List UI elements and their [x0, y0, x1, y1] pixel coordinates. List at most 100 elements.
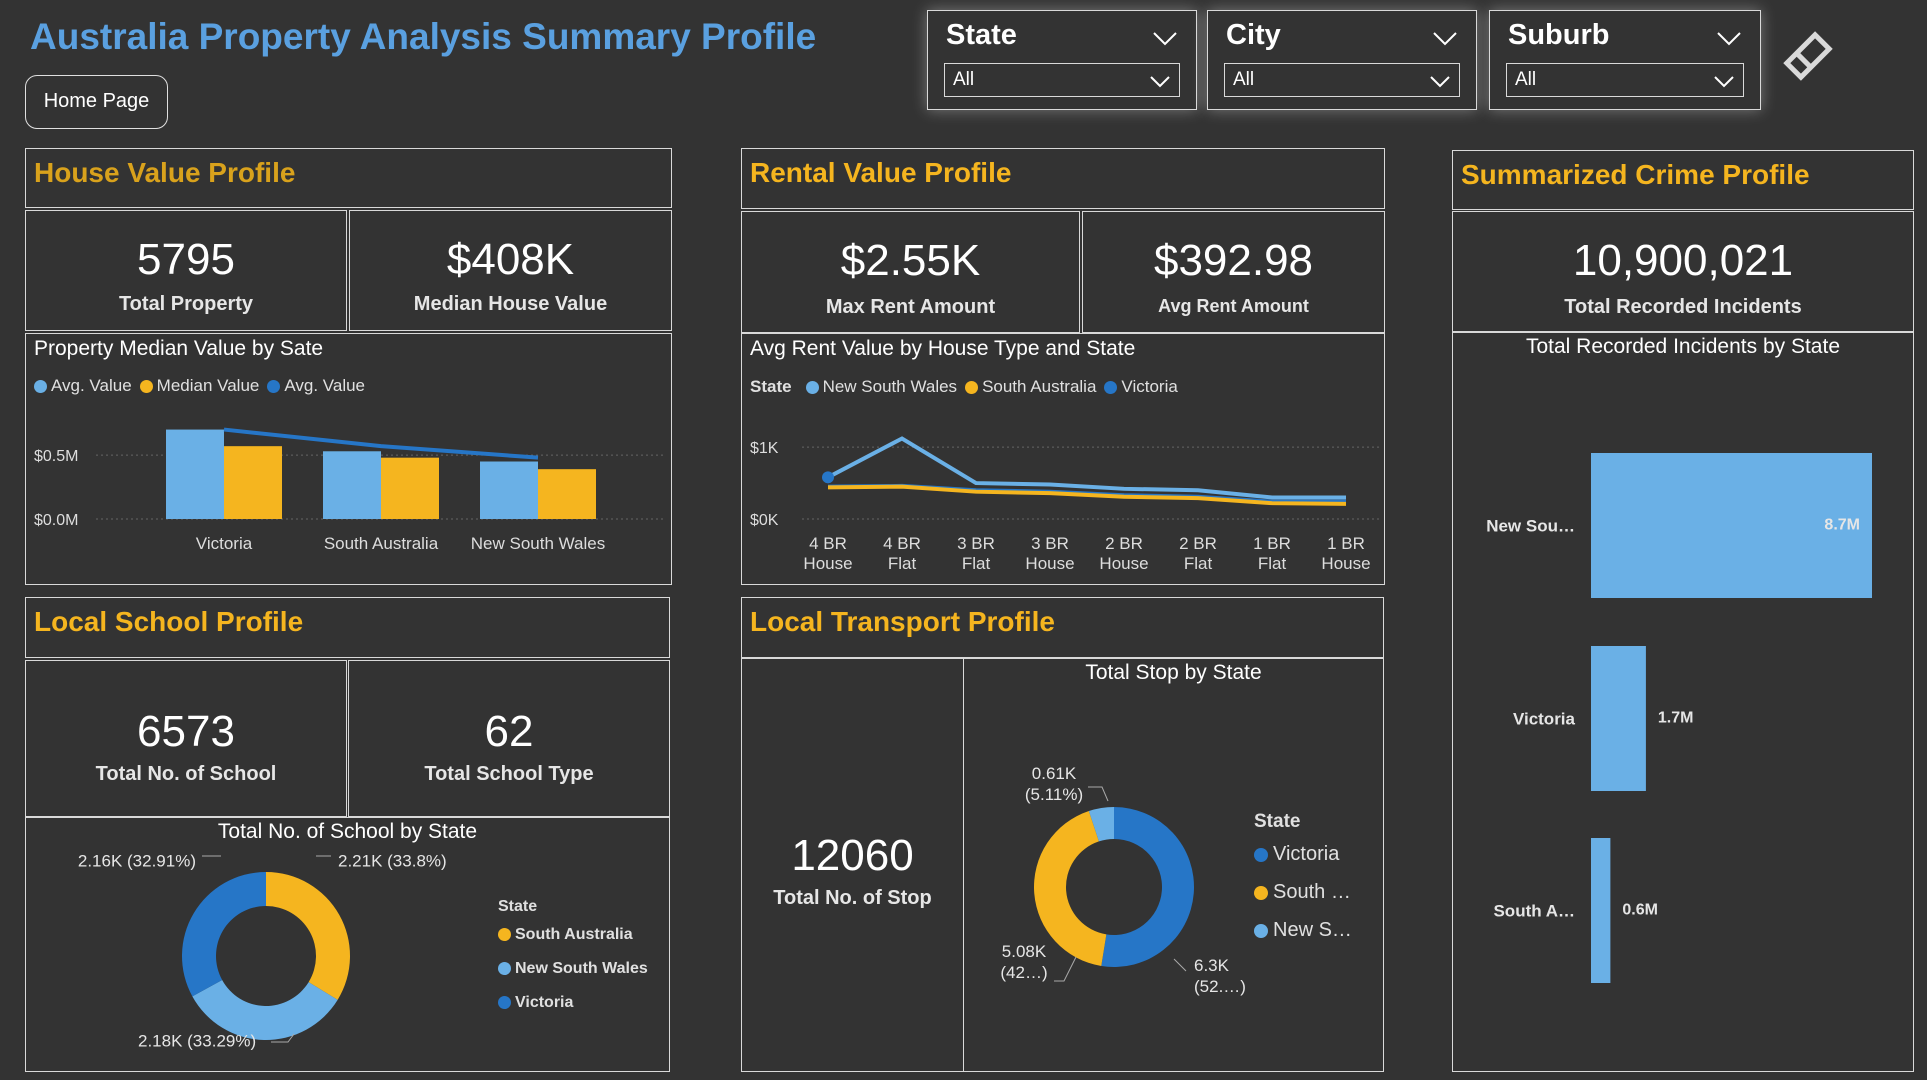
city-slicer[interactable]: City All — [1207, 10, 1477, 110]
crime-chart-title: Total Recorded Incidents by State — [1525, 335, 1840, 358]
x-tick-label: House — [1321, 554, 1370, 573]
suburb-slicer[interactable]: Suburb All — [1489, 10, 1761, 110]
bar — [538, 469, 596, 519]
legend-item[interactable]: Victoria — [1254, 835, 1352, 873]
legend-label: Avg. Value — [51, 376, 132, 395]
transport-header: Local Transport Profile — [741, 597, 1384, 658]
legend-item[interactable]: Avg. Value — [34, 376, 132, 396]
total-school-type-label: Total School Type — [424, 763, 594, 785]
category-label: New Sou… — [1486, 517, 1575, 536]
legend-item[interactable]: South Australia — [965, 377, 1096, 397]
chevron-down-icon[interactable] — [1432, 31, 1458, 47]
legend-label: South Australia — [515, 926, 633, 943]
school-title: Local School Profile — [34, 606, 304, 637]
x-tick-label: 3 BR — [1031, 534, 1069, 553]
rental-value-header: Rental Value Profile — [741, 148, 1385, 209]
legend-item[interactable]: South Australia — [498, 918, 648, 952]
suburb-slicer-title: Suburb — [1508, 19, 1610, 51]
chevron-down-icon — [1150, 76, 1170, 88]
rental-value-title: Rental Value Profile — [750, 157, 1012, 188]
y-tick-label: $0.0M — [34, 512, 78, 529]
total-stop-value: 12060 — [791, 831, 914, 880]
total-school-label: Total No. of School — [95, 763, 277, 785]
x-tick-label: Flat — [1258, 554, 1287, 573]
avg-rent-card: $392.98 Avg Rent Amount — [1082, 211, 1385, 333]
rent-value-chart: $0K$1K4 BRHouse4 BRFlat3 BRFlat3 BRHouse… — [750, 436, 1382, 573]
legend-label: New South Wales — [515, 960, 648, 977]
donut-slice — [182, 872, 266, 997]
school-chart-panel: Total No. of School by State 2.21K (33.8… — [25, 817, 670, 1072]
chevron-down-icon[interactable] — [1716, 31, 1742, 47]
avg-rent-label: Avg Rent Amount — [1158, 296, 1309, 316]
y-tick-label: $0K — [750, 512, 779, 529]
bar — [381, 457, 439, 519]
total-school-value: 6573 — [137, 707, 235, 756]
eraser-icon[interactable] — [1780, 28, 1836, 84]
total-property-card: 5795 Total Property — [25, 210, 347, 331]
leader-line — [1173, 958, 1187, 972]
legend-item[interactable]: South … — [1254, 873, 1352, 911]
legend-item[interactable]: New S… — [1254, 911, 1352, 949]
home-page-button[interactable]: Home Page — [25, 75, 168, 129]
x-tick-label: 1 BR — [1327, 534, 1365, 553]
x-tick-label: House — [803, 554, 852, 573]
y-tick-label: $1K — [750, 440, 779, 457]
donut-slice — [266, 872, 350, 1000]
house-value-title: House Value Profile — [34, 157, 296, 188]
house-value-header: House Value Profile — [25, 148, 672, 208]
legend-item[interactable]: Avg. Value — [267, 376, 365, 396]
legend-item[interactable]: Victoria — [1104, 377, 1178, 397]
x-tick-label: 4 BR — [883, 534, 921, 553]
median-house-value-card: $408K Median House Value — [349, 210, 672, 331]
legend-label: Median Value — [156, 376, 260, 395]
data-label: 6.3K — [1194, 956, 1230, 975]
property-value-chart-panel: Property Median Value by Sate Avg. Value… — [25, 333, 672, 585]
total-stop-label: Total No. of Stop — [773, 887, 932, 909]
rent-value-legend: State New South Wales South Australia Vi… — [750, 377, 1178, 397]
state-dropdown[interactable]: All — [944, 63, 1180, 97]
category-label: Victoria — [1513, 710, 1576, 729]
chevron-down-icon[interactable] — [1152, 31, 1178, 47]
suburb-dropdown[interactable]: All — [1506, 63, 1744, 97]
legend-label: South Australia — [982, 377, 1097, 396]
state-slicer[interactable]: State All — [927, 10, 1197, 110]
rent-value-chart-title: Avg Rent Value by House Type and State — [750, 337, 1136, 360]
total-incidents-value: 10,900,021 — [1572, 236, 1794, 285]
legend-title: State — [498, 898, 538, 915]
bar — [323, 451, 381, 519]
legend-item[interactable]: Victoria — [498, 986, 648, 1020]
data-point — [822, 471, 834, 484]
data-label: 2.16K (32.91%) — [78, 851, 196, 870]
state-dropdown-value: All — [953, 69, 975, 90]
total-incidents-label: Total Recorded Incidents — [1564, 296, 1802, 318]
total-property-value: 5795 — [137, 235, 235, 284]
bar — [1591, 646, 1646, 791]
city-dropdown[interactable]: All — [1224, 63, 1460, 97]
stop-legend: State Victoria South … New S… — [1254, 809, 1352, 949]
legend-item[interactable]: New South Wales — [805, 377, 957, 397]
data-label: 1.7M — [1658, 710, 1694, 727]
legend-item[interactable]: New South Wales — [498, 952, 648, 986]
legend-title: State — [1254, 811, 1301, 832]
stop-donut-chart: 6.3K (52.…) 5.08K (42…) 0.61K (5.11%) — [1000, 764, 1246, 996]
data-label: (42…) — [1000, 963, 1047, 982]
bar — [166, 429, 224, 519]
x-tick-label: Flat — [1184, 554, 1213, 573]
y-tick-label: $0.5M — [34, 448, 78, 465]
total-school-type-card: 62 Total School Type — [348, 660, 670, 817]
x-tick-label: Flat — [888, 554, 917, 573]
stop-chart-title: Total Stop by State — [1085, 661, 1262, 684]
legend-label: Avg. Value — [284, 376, 366, 395]
x-tick-label: 3 BR — [957, 534, 995, 553]
data-label: 2.18K (33.29%) — [138, 1031, 256, 1050]
legend-item[interactable]: Median Value — [139, 376, 260, 396]
legend-label: New S… — [1273, 919, 1352, 941]
avg-rent-value: $392.98 — [1153, 236, 1314, 285]
crime-title: Summarized Crime Profile — [1461, 159, 1810, 190]
property-value-chart: $0.0M $0.5M Victoria South Australia New Sou… — [34, 427, 666, 553]
school-chart-title: Total No. of School by State — [217, 820, 478, 843]
x-tick-label: 4 BR — [809, 534, 847, 553]
school-header: Local School Profile — [25, 597, 670, 658]
x-tick-label: South Australia — [324, 534, 439, 553]
total-school-card: 6573 Total No. of School — [25, 660, 347, 817]
